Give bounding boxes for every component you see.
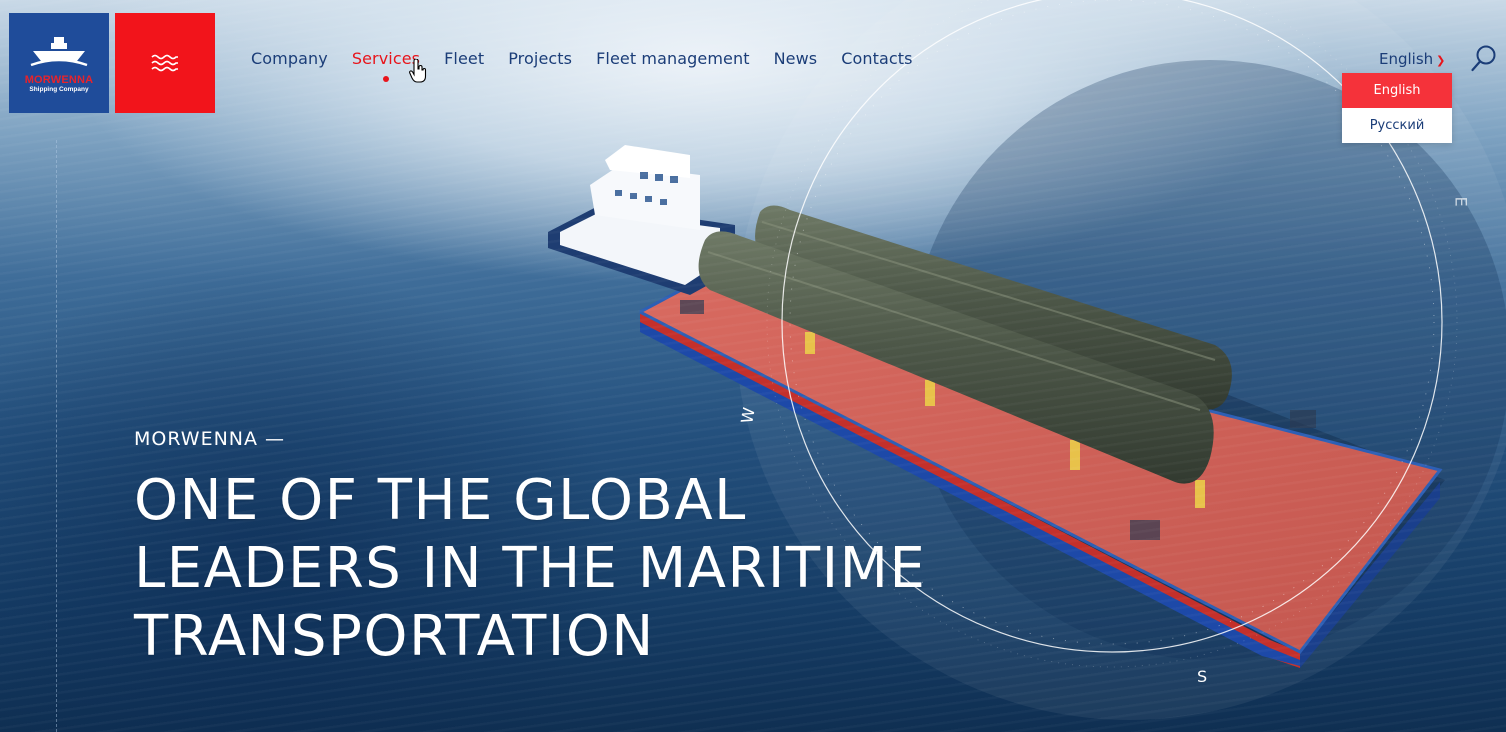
- compass-east-label: E: [1451, 196, 1471, 207]
- headline-line-3: TRANSPORTATION: [134, 604, 655, 669]
- hand-cursor-icon: [409, 59, 427, 83]
- active-indicator-dot: [382, 76, 389, 82]
- ship-logo-icon: [30, 37, 88, 67]
- logo-tagline: Shipping Company: [29, 86, 89, 93]
- language-dropdown: English Русский: [1342, 73, 1452, 143]
- language-option-english[interactable]: English: [1342, 73, 1452, 108]
- logo-name: MORWENNA: [24, 74, 94, 86]
- hero-headline: ONE OF THE GLOBAL LEADERS IN THE MARITIM…: [134, 467, 1034, 671]
- menu-button[interactable]: [115, 13, 215, 113]
- hero-section: W S E MORWENNA Shipping Company Company …: [0, 0, 1506, 732]
- nav-item-contacts[interactable]: Contacts: [841, 49, 912, 68]
- nav-item-fleet[interactable]: Fleet: [444, 49, 484, 68]
- language-option-russian[interactable]: Русский: [1342, 108, 1452, 143]
- compass-south-label: S: [1197, 667, 1208, 686]
- hero-eyebrow: MORWENNA —: [134, 428, 286, 450]
- waves-menu-icon: [151, 54, 178, 72]
- nav-item-projects[interactable]: Projects: [508, 49, 572, 68]
- search-icon[interactable]: [1470, 44, 1498, 74]
- compass-west-label: W: [737, 406, 759, 425]
- language-selector[interactable]: English ❯: [1379, 50, 1445, 68]
- main-nav: Company Services Fleet Projects Fleet ma…: [251, 49, 937, 82]
- chevron-down-icon: ❯: [1436, 54, 1446, 67]
- nav-item-company[interactable]: Company: [251, 49, 328, 68]
- headline-line-2: LEADERS IN THE MARITIME: [134, 536, 927, 601]
- current-language: English: [1379, 50, 1434, 68]
- guide-line: [56, 140, 57, 732]
- site-logo[interactable]: MORWENNA Shipping Company: [9, 13, 109, 113]
- nav-item-fleet-management[interactable]: Fleet management: [596, 49, 749, 68]
- headline-line-1: ONE OF THE GLOBAL: [134, 468, 747, 533]
- nav-item-news[interactable]: News: [774, 49, 818, 68]
